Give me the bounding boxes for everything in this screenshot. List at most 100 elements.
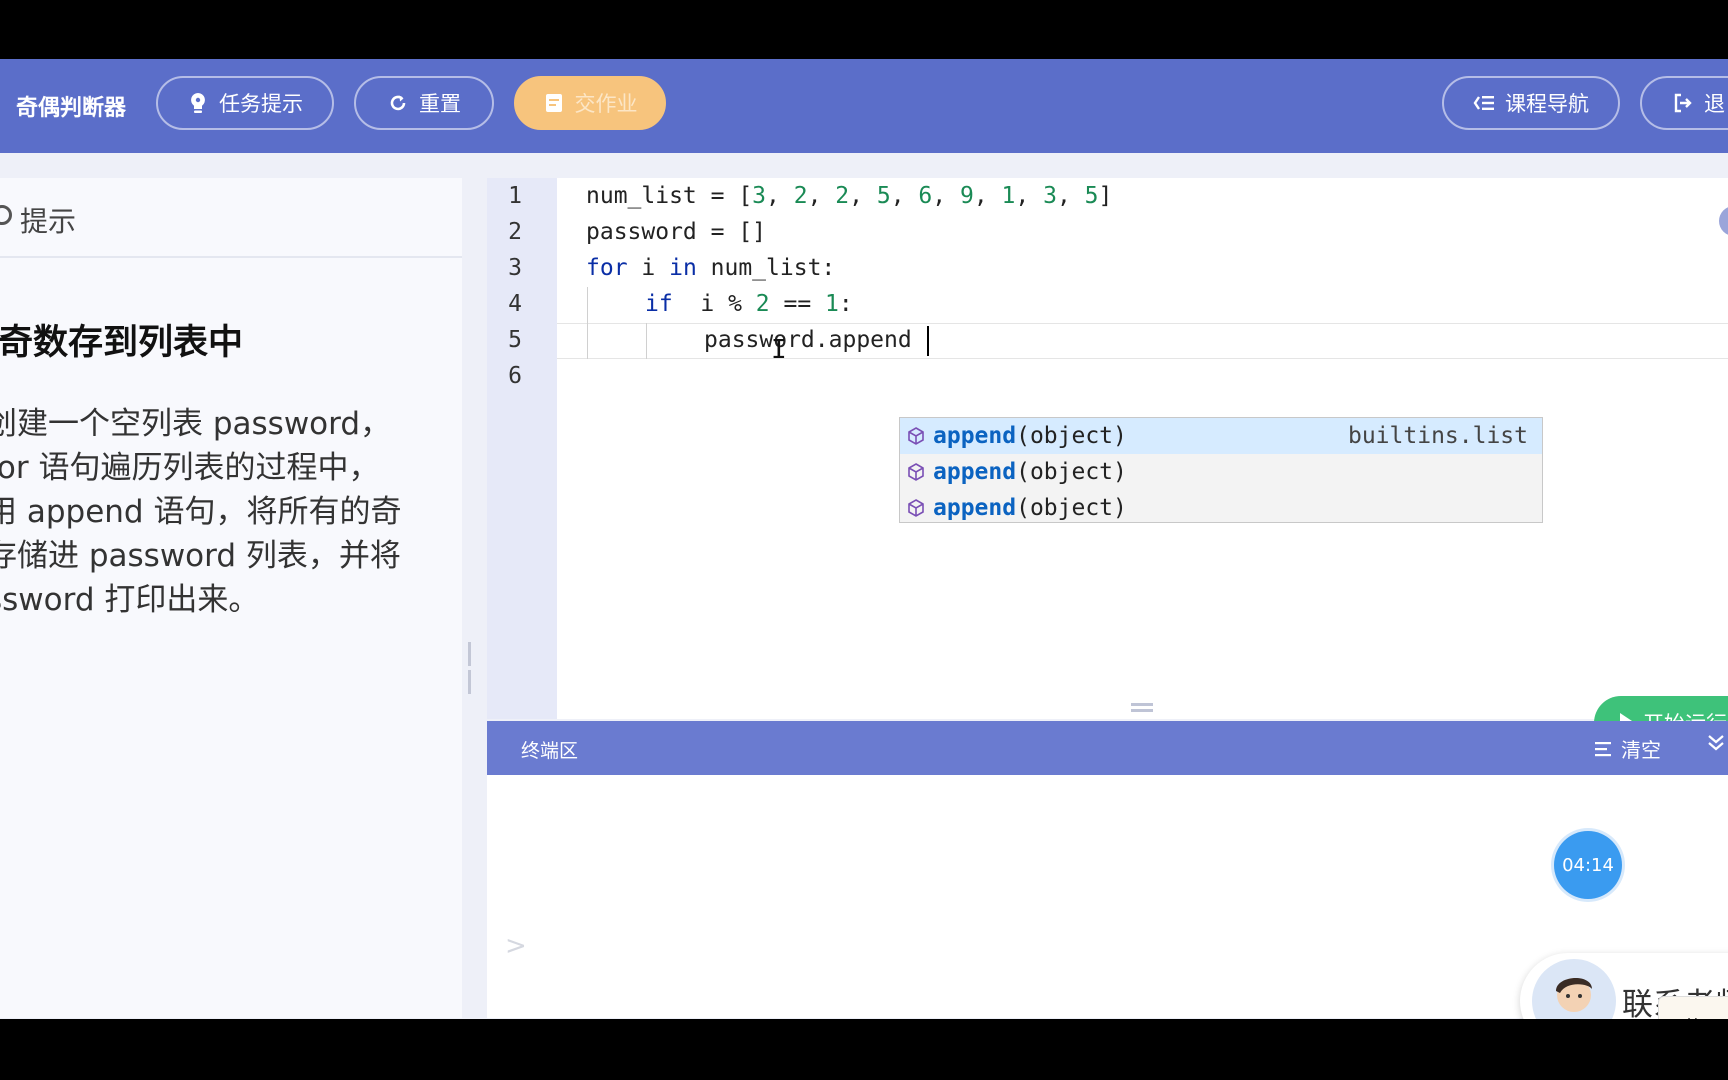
code-token: : [838,291,853,317]
code-number: 2 [755,291,770,317]
code-number: 2 [835,183,850,209]
autocomplete-item[interactable]: append(object) [900,490,1542,522]
autocomplete-match: append [933,459,1017,485]
hint-panel: 提示 奇数存到列表中 创建一个空列表 password， for 语句遍历列表的… [0,178,462,1018]
app-title: 奇偶判断器 [16,96,127,121]
code-line-3[interactable]: for i in num_list: [586,255,835,281]
hint-text-line: 创建一个空列表 password， [0,406,392,442]
code-token: num_list: [696,255,836,281]
autocomplete-item[interactable]: append(object) [900,454,1542,490]
collapse-chevron-icon[interactable] [1707,733,1725,759]
course-nav-label: 课程导航 [1505,92,1589,116]
app-window: 奇偶判断器 任务提示 重置 交作业 课程导航 退 提示 奇数存到列表中 创建一个… [0,59,1728,1019]
line-number-gutter: 1 2 3 4 5 6 [487,178,557,719]
hint-text-line: ssword 打印出来。 [0,582,260,618]
hint-heading: 奇数存到列表中 [0,323,244,363]
clear-terminal-button[interactable]: 清空 [1595,734,1661,763]
editor-scroll-indicator[interactable] [1719,206,1728,236]
hint-panel-header: 提示 [0,178,462,258]
code-token: , [1015,183,1044,209]
ibeam-cursor-icon: I [771,335,787,365]
code-line-2[interactable]: password = [] [586,219,766,245]
autocomplete-dropdown: append(object) builtins.list append(obje… [899,417,1543,523]
code-keyword: if [645,291,673,317]
timer-badge[interactable]: 04:14 [1554,831,1622,899]
code-number: 9 [959,183,974,209]
line-number: 3 [508,255,522,281]
clear-list-icon [1595,741,1611,756]
autocomplete-detail: builtins.list [1347,423,1528,449]
top-toolbar: 奇偶判断器 任务提示 重置 交作业 课程导航 退 [0,59,1728,153]
hint-panel-title: 提示 [20,205,77,238]
terminal-title: 终端区 [521,740,579,762]
code-token: , [807,183,836,209]
code-number: 3 [1043,183,1057,209]
indent-guide [587,287,588,359]
code-keyword: in [669,255,697,281]
line-number: 2 [508,219,522,245]
hint-text-line: for 语句遍历列表的过程中， [0,450,380,486]
autocomplete-signature: (object) [1016,495,1127,521]
code-token: , [890,183,919,209]
code-number: 6 [918,183,933,209]
autocomplete-label: append(object) [933,423,1127,449]
submit-homework-label: 交作业 [574,92,638,116]
task-hint-label: 任务提示 [219,92,303,116]
code-number: 5 [1084,183,1099,209]
code-token: ] [1098,183,1113,209]
method-cube-icon [906,462,926,482]
code-token: , [973,183,1002,209]
hint-text-line: 用 append 语句，将所有的奇 [0,494,402,530]
indent-guide [646,323,647,359]
lightbulb-icon [187,92,209,114]
reset-label: 重置 [419,92,461,116]
code-token: , [766,183,794,209]
submit-homework-button[interactable]: 交作业 [514,76,666,130]
ime-indicator[interactable]: 英 [1658,996,1728,1019]
task-hint-button[interactable]: 任务提示 [156,76,334,130]
code-number: 2 [793,183,808,209]
code-line-1[interactable]: num_list = [3, 2, 2, 5, 6, 9, 1, 3, 5] [586,183,1112,209]
line-number: 5 [508,327,522,353]
hint-icon [0,205,12,225]
menu-collapse-icon [1473,92,1495,114]
course-nav-button[interactable]: 课程导航 [1442,76,1620,130]
reset-button[interactable]: 重置 [354,76,494,130]
line-number: 6 [508,363,522,389]
teacher-avatar [1532,959,1616,1019]
method-cube-icon [906,498,926,518]
line-number: 1 [508,183,522,209]
code-line-5[interactable]: password.append [704,327,912,353]
autocomplete-signature: (object) [1016,423,1127,449]
terminal-prompt[interactable]: > [505,931,527,961]
document-icon [543,92,565,114]
code-number: 5 [876,183,891,209]
line-number: 4 [508,291,522,317]
code-token: , [1056,183,1085,209]
autocomplete-item[interactable]: append(object) builtins.list [900,418,1542,454]
code-token: , [932,183,960,209]
code-token: i [627,255,670,281]
autocomplete-signature: (object) [1016,459,1127,485]
terminal-header: 终端区 清空 [487,721,1728,775]
autocomplete-label: append(object) [933,495,1127,521]
autocomplete-label: append(object) [933,459,1127,485]
code-line-4[interactable]: if i % 2 == 1: [645,291,853,317]
exit-label: 退 [1704,92,1725,116]
autocomplete-match: append [933,495,1017,521]
code-number: 1 [1001,183,1016,209]
clear-terminal-label: 清空 [1621,738,1661,762]
code-token: == [769,291,826,317]
horizontal-splitter-handle[interactable] [1131,703,1153,715]
autocomplete-match: append [933,423,1017,449]
refresh-icon [387,92,409,114]
exit-button[interactable]: 退 [1640,76,1728,130]
code-token: i % [672,291,756,317]
code-keyword: for [586,255,628,281]
vertical-splitter-handle[interactable] [468,642,478,694]
method-cube-icon [906,426,926,446]
code-number: 1 [825,291,839,317]
code-number: 3 [752,183,767,209]
code-token: , [849,183,877,209]
logout-icon [1672,92,1694,114]
